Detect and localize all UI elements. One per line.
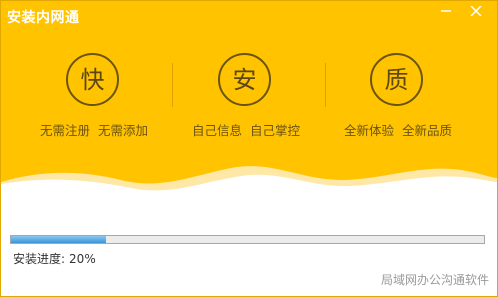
quality-icon: 质: [370, 53, 423, 106]
brand-text: 局域网办公沟通软件: [380, 273, 489, 287]
caption-text: 无需添加: [98, 123, 149, 138]
header-banner: 安装内网通 快 无需注册 无需添加 安 自己信息 自己掌控 质 全新体验 全新品…: [1, 1, 497, 201]
fast-glyph: 快: [80, 65, 105, 94]
feature-secure: 安 自己信息 自己掌控: [161, 53, 331, 143]
progress-value: 20%: [69, 252, 96, 266]
fast-icon: 快: [66, 53, 119, 106]
window-title: 安装内网通: [7, 10, 80, 26]
feature-quality-caption: 全新体验 全新品质: [313, 120, 483, 139]
quality-glyph: 质: [384, 65, 409, 94]
caption-text: 自己信息: [191, 123, 242, 138]
secure-glyph: 安: [232, 65, 257, 94]
feature-fast-caption: 无需注册 无需添加: [9, 120, 179, 139]
feature-secure-caption: 自己信息 自己掌控: [161, 120, 331, 139]
caption-text: 全新体验: [343, 123, 394, 138]
caption-text: 全新品质: [402, 123, 453, 138]
secure-icon: 安: [218, 53, 271, 106]
close-icon: [470, 6, 482, 16]
feature-quality: 质 全新体验 全新品质: [313, 53, 483, 143]
progress-bar: [10, 235, 485, 244]
wave-decoration: [1, 166, 497, 201]
installer-window: 安装内网通 快 无需注册 无需添加 安 自己信息 自己掌控 质 全新体验 全新品…: [0, 0, 498, 297]
feature-fast: 快 无需注册 无需添加: [9, 53, 179, 143]
progress-label: 安装进度:: [13, 252, 66, 266]
progress-fill: [11, 236, 106, 243]
caption-text: 自己掌控: [250, 123, 301, 138]
minimize-icon: [441, 10, 451, 12]
caption-text: 无需注册: [39, 123, 90, 138]
minimize-button[interactable]: [433, 1, 459, 21]
progress-status: 安装进度: 20%: [13, 250, 96, 267]
close-button[interactable]: [463, 1, 489, 21]
